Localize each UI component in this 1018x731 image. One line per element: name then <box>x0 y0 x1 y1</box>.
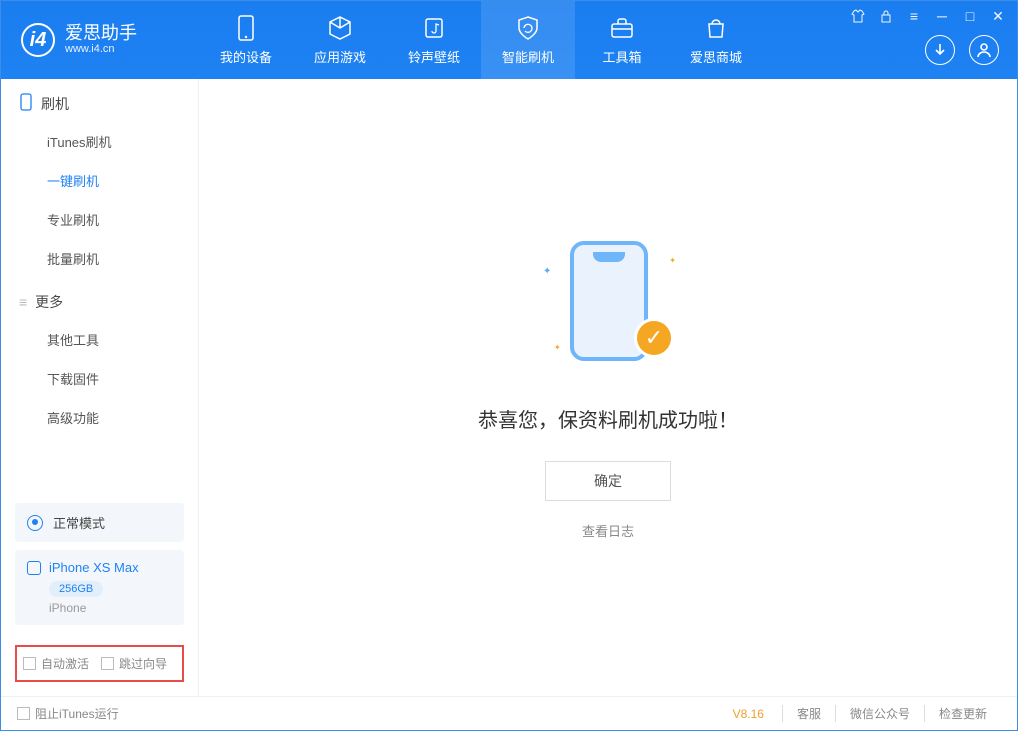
download-button[interactable] <box>925 35 955 65</box>
titlebar: i4 爱思助手 www.i4.cn 我的设备 应用游戏 铃声壁纸 智能刷机 <box>1 1 1017 79</box>
tab-label: 智能刷机 <box>502 47 554 66</box>
tab-label: 爱思商城 <box>690 47 742 66</box>
mode-label: 正常模式 <box>53 513 105 532</box>
tab-my-device[interactable]: 我的设备 <box>199 1 293 79</box>
nav-tabs: 我的设备 应用游戏 铃声壁纸 智能刷机 工具箱 爱思商城 <box>199 1 763 79</box>
checkbox-icon <box>101 657 114 670</box>
tab-smart-flash[interactable]: 智能刷机 <box>481 1 575 79</box>
section-title: 刷机 <box>41 94 69 114</box>
menu-icon[interactable]: ≡ <box>905 7 923 25</box>
checkbox-auto-activate[interactable]: 自动激活 <box>23 655 89 672</box>
checkbox-skip-guide[interactable]: 跳过向导 <box>101 655 167 672</box>
section-more-header: ≡ 更多 <box>1 278 198 320</box>
support-link[interactable]: 客服 <box>782 705 835 722</box>
logo-text: 爱思助手 www.i4.cn <box>65 24 137 56</box>
check-update-link[interactable]: 检查更新 <box>924 705 1001 722</box>
device-panel[interactable]: iPhone XS Max 256GB iPhone <box>15 550 184 625</box>
device-type: iPhone <box>49 601 172 615</box>
mode-dot-icon <box>27 515 43 531</box>
mode-indicator[interactable]: 正常模式 <box>15 503 184 542</box>
phone-outline-icon <box>19 93 33 114</box>
section-flash-header: 刷机 <box>1 79 198 122</box>
device-icon <box>233 15 259 41</box>
highlighted-options-box: 自动激活 跳过向导 <box>15 645 184 682</box>
window-controls: ≡ ─ □ ✕ <box>849 7 1007 25</box>
device-name: iPhone XS Max <box>49 560 139 575</box>
toolbox-icon <box>609 15 635 41</box>
logo-area: i4 爱思助手 www.i4.cn <box>1 23 199 57</box>
sidebar-item-batch-flash[interactable]: 批量刷机 <box>1 239 198 278</box>
success-title: 恭喜您，保资料刷机成功啦！ <box>478 404 738 433</box>
music-note-icon <box>421 15 447 41</box>
app-name-en: www.i4.cn <box>65 42 137 56</box>
tab-label: 铃声壁纸 <box>408 47 460 66</box>
checkbox-label: 阻止iTunes运行 <box>35 705 119 722</box>
section-title: 更多 <box>35 292 63 312</box>
minimize-button[interactable]: ─ <box>933 7 951 25</box>
tab-label: 应用游戏 <box>314 47 366 66</box>
checkbox-prevent-itunes[interactable]: 阻止iTunes运行 <box>17 705 119 722</box>
view-log-link[interactable]: 查看日志 <box>582 521 634 540</box>
list-icon: ≡ <box>19 294 27 310</box>
version-label: V8.16 <box>733 707 764 721</box>
success-illustration: ✦ ✦ ✦ ✓ <box>538 236 678 376</box>
checkbox-label: 跳过向导 <box>119 655 167 672</box>
app-window: i4 爱思助手 www.i4.cn 我的设备 应用游戏 铃声壁纸 智能刷机 <box>0 0 1018 731</box>
sparkle-icon: ✦ <box>543 266 551 277</box>
statusbar: 阻止iTunes运行 V8.16 客服 微信公众号 检查更新 <box>1 696 1017 730</box>
device-storage-badge: 256GB <box>49 581 103 597</box>
checkmark-badge-icon: ✓ <box>634 318 674 358</box>
user-button[interactable] <box>969 35 999 65</box>
sidebar: 刷机 iTunes刷机 一键刷机 专业刷机 批量刷机 ≡ 更多 其他工具 下载固… <box>1 79 199 696</box>
sidebar-item-itunes-flash[interactable]: iTunes刷机 <box>1 122 198 161</box>
sidebar-item-oneclick-flash[interactable]: 一键刷机 <box>1 161 198 200</box>
tab-ringtones-wallpapers[interactable]: 铃声壁纸 <box>387 1 481 79</box>
tab-store[interactable]: 爱思商城 <box>669 1 763 79</box>
checkbox-icon <box>23 657 36 670</box>
checkbox-icon <box>17 707 30 720</box>
sidebar-item-other-tools[interactable]: 其他工具 <box>1 320 198 359</box>
lock-icon[interactable] <box>877 7 895 25</box>
sidebar-item-pro-flash[interactable]: 专业刷机 <box>1 200 198 239</box>
tab-apps-games[interactable]: 应用游戏 <box>293 1 387 79</box>
cube-icon <box>327 15 353 41</box>
checkbox-label: 自动激活 <box>41 655 89 672</box>
close-button[interactable]: ✕ <box>989 7 1007 25</box>
body-area: 刷机 iTunes刷机 一键刷机 专业刷机 批量刷机 ≡ 更多 其他工具 下载固… <box>1 79 1017 696</box>
bag-icon <box>703 15 729 41</box>
sparkle-icon: ✦ <box>554 343 561 352</box>
sparkle-icon: ✦ <box>669 256 676 265</box>
header-right-buttons <box>925 35 999 65</box>
sidebar-item-download-firmware[interactable]: 下载固件 <box>1 359 198 398</box>
tab-label: 我的设备 <box>220 47 272 66</box>
app-name-cn: 爱思助手 <box>65 24 137 42</box>
tab-label: 工具箱 <box>602 47 641 66</box>
device-phone-icon <box>27 561 41 575</box>
ok-button[interactable]: 确定 <box>545 461 671 501</box>
tab-toolbox[interactable]: 工具箱 <box>575 1 669 79</box>
shield-refresh-icon <box>515 15 541 41</box>
sidebar-item-advanced[interactable]: 高级功能 <box>1 398 198 437</box>
logo-icon: i4 <box>21 23 55 57</box>
maximize-button[interactable]: □ <box>961 7 979 25</box>
wechat-link[interactable]: 微信公众号 <box>835 705 924 722</box>
main-content: ✦ ✦ ✦ ✓ 恭喜您，保资料刷机成功啦！ 确定 查看日志 <box>199 79 1017 696</box>
shirt-icon[interactable] <box>849 7 867 25</box>
